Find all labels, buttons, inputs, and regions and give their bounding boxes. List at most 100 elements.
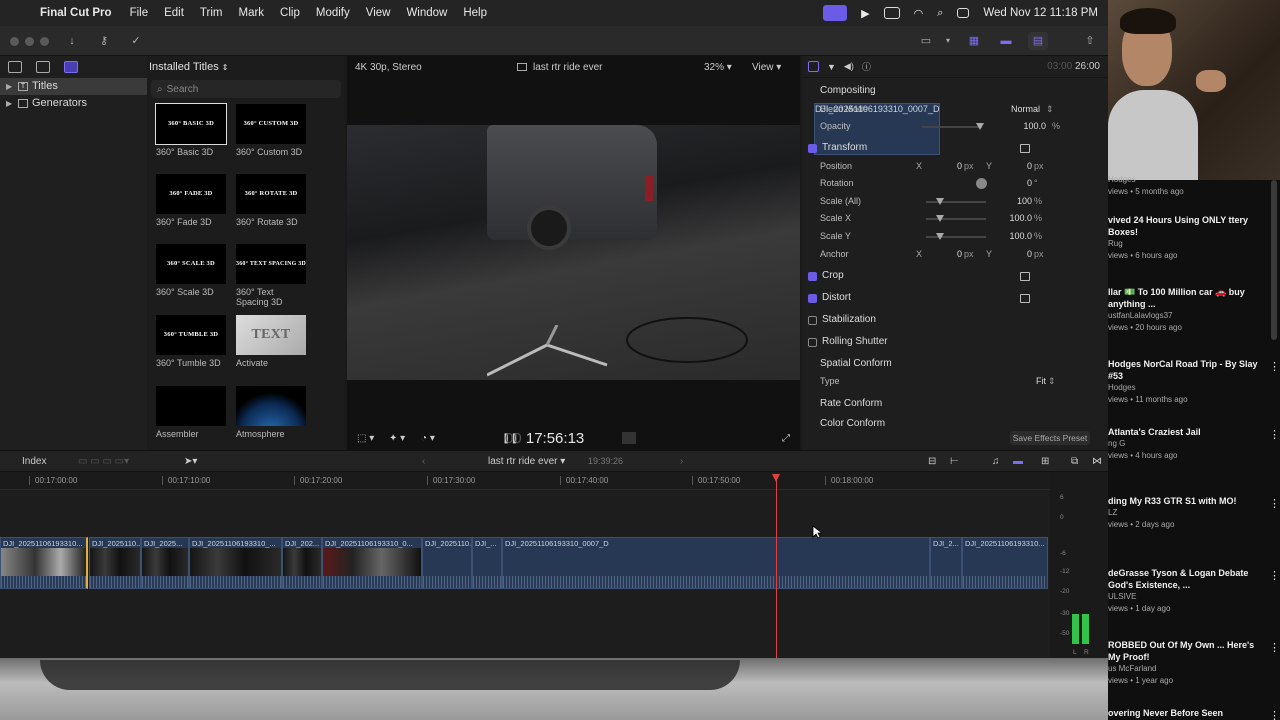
transform-onscreen-icon[interactable] [1020, 144, 1030, 153]
menu-window[interactable]: Window [406, 7, 447, 19]
save-effects-preset-button[interactable]: Save Effects Preset [1010, 431, 1090, 445]
transform-checkbox[interactable] [808, 143, 817, 153]
headphones-icon[interactable]: ♫ [992, 456, 1000, 467]
wifi-icon[interactable]: ◠ [914, 7, 924, 20]
video-item[interactable]: llar 💵 To 100 Million car 🚗 buy anything… [1108, 286, 1280, 334]
video-item[interactable]: Hodges NorCal Road Trip - By Slay #53 Ho… [1108, 358, 1280, 406]
menubar-clock[interactable]: Wed Nov 12 11:18 PM [983, 7, 1098, 19]
search-icon[interactable]: ⌕ [937, 7, 943, 20]
screen-share-icon[interactable] [823, 5, 848, 21]
timeline-clip[interactable]: DJI_202... [282, 537, 322, 589]
background-tasks-icon[interactable]: ✓ [126, 32, 146, 50]
timeline-ruler[interactable]: 00:17:00:00 00:17:10:00 00:17:20:00 00:1… [0, 472, 1050, 490]
scale-all-slider[interactable] [926, 198, 986, 205]
workspace-icon[interactable]: ▭ [916, 32, 936, 50]
titles-generators-icon[interactable] [64, 61, 78, 73]
title-tile[interactable]: 360° SCALE 3D 360° Scale 3D [156, 244, 228, 297]
title-tile[interactable]: Atmosphere [236, 386, 308, 439]
timeline-clip[interactable]: DJI_2025110... [422, 537, 472, 589]
title-tile[interactable]: 360° TUMBLE 3D 360° Tumble 3D [156, 315, 228, 368]
crop-section[interactable]: Crop [808, 267, 844, 285]
sidebar-item-generators[interactable]: ▶ Generators [0, 95, 147, 112]
more-options-icon[interactable]: ⋮ [1269, 497, 1280, 510]
position-y-value[interactable]: 0 [988, 158, 1032, 175]
menu-modify[interactable]: Modify [316, 7, 350, 19]
video-item[interactable]: vived 24 Hours Using ONLY ttery Boxes! R… [1108, 214, 1280, 262]
menu-trim[interactable]: Trim [200, 7, 223, 19]
timeline-clip[interactable]: DJI_20251106193310_0007_D [502, 537, 930, 589]
view-dropdown[interactable]: View ▾ [752, 62, 781, 73]
title-tile[interactable]: 360° FADE 3D 360° Fade 3D [156, 174, 228, 227]
sidebar-item-titles[interactable]: ▶ T Titles [0, 78, 147, 95]
browser-toggle-icon[interactable]: ▦ [964, 32, 984, 50]
compositing-section[interactable]: Compositing [820, 82, 876, 100]
zoom-dropdown[interactable]: 32% ▾ [704, 62, 732, 73]
color-conform-section[interactable]: Color Conform [820, 418, 885, 430]
color-inspector-icon[interactable]: ▼ [827, 62, 836, 72]
back-arrow-icon[interactable]: ‹ [422, 456, 425, 467]
timeline-project-name[interactable]: last rtr ride ever ▾ [488, 456, 565, 467]
timeline-clip[interactable]: DJI_20251106193310... [0, 537, 88, 589]
crop-checkbox[interactable] [808, 271, 817, 281]
menu-file[interactable]: File [130, 7, 149, 19]
scale-x-value[interactable]: 100.0 [988, 210, 1032, 227]
video-item[interactable]: overing Never Before Seen ⋮ [1108, 707, 1280, 720]
skimming-icon[interactable]: ⊢ [950, 456, 959, 467]
more-options-icon[interactable]: ⋮ [1269, 709, 1280, 720]
title-tile[interactable]: 360° BASIC 3D 360° Basic 3D [155, 103, 228, 157]
clip-appearance-icon[interactable]: ⊞ [1041, 456, 1049, 467]
info-inspector-icon[interactable]: ⓘ [862, 60, 871, 73]
stabilization-checkbox[interactable] [808, 315, 817, 325]
forward-arrow-icon[interactable]: › [680, 456, 683, 467]
menu-mark[interactable]: Mark [238, 7, 264, 19]
video-item[interactable]: Atlanta's Craziest Jail ng G views • 4 h… [1108, 426, 1280, 462]
more-options-icon[interactable]: ⋮ [1269, 428, 1280, 441]
menu-clip[interactable]: Clip [280, 7, 300, 19]
keyword-icon[interactable]: ⚷ [94, 32, 114, 50]
blend-mode-value[interactable]: Normal [996, 101, 1040, 118]
video-frame[interactable] [347, 125, 800, 380]
edit-tools-icons[interactable]: ▭ ▭ ▭ ▭▾ [78, 456, 129, 467]
chevron-updown-icon[interactable]: ⇕ [1048, 373, 1056, 390]
scale-y-slider[interactable] [926, 233, 986, 240]
more-options-icon[interactable]: ⋮ [1269, 641, 1280, 654]
select-tool-icon[interactable]: ➤▾ [184, 456, 197, 467]
video-inspector-icon[interactable] [808, 61, 819, 72]
crop-onscreen-icon[interactable] [1020, 272, 1030, 281]
enhance-icon[interactable]: ✦ ▾ [389, 433, 405, 444]
timeline-toggle-icon[interactable]: ▬ [996, 32, 1016, 50]
photos-icon[interactable] [8, 61, 22, 73]
timeline-clip[interactable]: DJI_20251106193310_0... [322, 537, 422, 589]
inspector-toggle-icon[interactable]: ▤ [1028, 32, 1048, 50]
battery-icon[interactable] [883, 7, 900, 19]
video-item[interactable]: Hodges views • 5 months ago [1108, 174, 1268, 198]
timeline-clip[interactable]: DJI_2025110... [89, 537, 141, 589]
chevron-down-icon[interactable]: ▾ [938, 32, 958, 50]
import-icon[interactable]: ↓ [62, 32, 82, 50]
distort-onscreen-icon[interactable] [1020, 294, 1030, 303]
title-tile[interactable]: 360° ROTATE 3D 360° Rotate 3D [236, 174, 308, 227]
transitions-icon[interactable]: ⋈ [1092, 456, 1102, 467]
stabilization-section[interactable]: Stabilization [808, 311, 876, 329]
minimize-window-button[interactable] [25, 37, 34, 46]
youtube-scrollbar[interactable] [1271, 180, 1277, 340]
play-icon[interactable]: ▶ [861, 7, 869, 20]
menu-edit[interactable]: Edit [164, 7, 184, 19]
menu-view[interactable]: View [366, 7, 391, 19]
close-window-button[interactable] [10, 37, 19, 46]
timeline-clip[interactable]: DJI_20251106193310_... [189, 537, 282, 589]
timeline-clip[interactable]: DJI_... [472, 537, 502, 589]
scale-all-value[interactable]: 100 [988, 193, 1032, 210]
disclosure-icon[interactable]: ▶ [6, 95, 14, 112]
spatial-conform-section[interactable]: Spatial Conform [820, 355, 892, 373]
timeline[interactable]: DJI_20251106193310... DJI_2025110... DJI… [0, 490, 1050, 658]
timecode-display[interactable]: 00 17:56:13 [505, 430, 584, 447]
timeline-clip[interactable]: DJI_2025... [141, 537, 189, 589]
rolling-shutter-section[interactable]: Rolling Shutter [808, 333, 888, 351]
search-field[interactable]: ⌕ Search [151, 80, 341, 98]
browser-header[interactable]: Installed Titles ⇕ [147, 56, 345, 78]
more-options-icon[interactable]: ⋮ [1269, 569, 1280, 582]
zoom-window-button[interactable] [40, 37, 49, 46]
title-tile[interactable]: Assembler [156, 386, 228, 439]
snapping-icon[interactable]: ▬ [1013, 456, 1023, 467]
